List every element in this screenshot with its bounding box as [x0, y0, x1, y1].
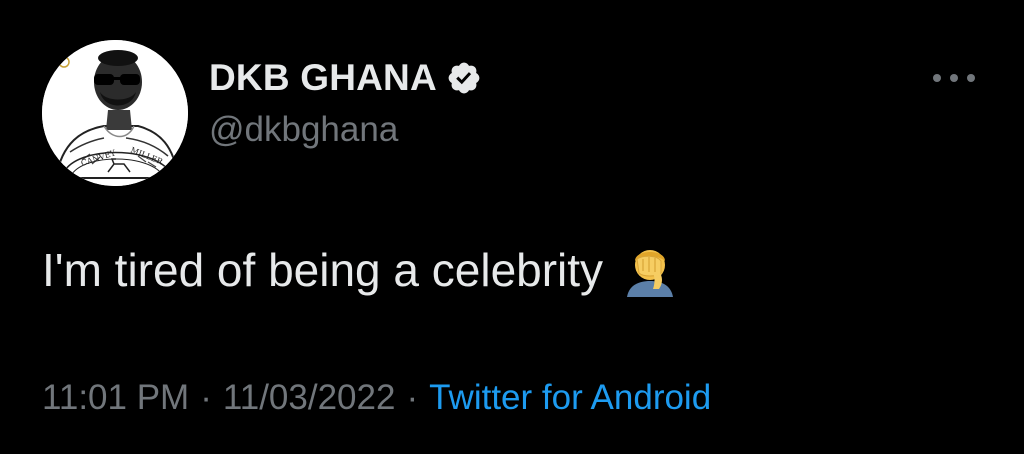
more-dot: [933, 74, 941, 82]
meta-separator: ·: [406, 378, 419, 417]
author-handle[interactable]: @dkbghana: [209, 110, 398, 150]
author-name-row[interactable]: DKB GHANA: [209, 56, 482, 100]
verified-badge-icon: [446, 60, 482, 96]
tweet-meta: 11:01 PM · 11/03/2022 · Twitter for Android: [42, 378, 711, 418]
tweet-body: I'm tired of being a celebrity: [42, 243, 677, 297]
more-dot: [950, 74, 958, 82]
tweet-text: I'm tired of being a celebrity: [42, 244, 604, 296]
more-dot: [967, 74, 975, 82]
author-display-name[interactable]: DKB GHANA: [209, 57, 437, 99]
tweet-date[interactable]: 11/03/2022: [223, 378, 396, 417]
tweet-time[interactable]: 11:01 PM: [42, 378, 189, 417]
more-horizontal-icon[interactable]: [933, 66, 975, 90]
profile-avatar[interactable]: CANVEY MILLER: [42, 40, 188, 186]
tweet: CANVEY MILLER DKB GHANA @dkbghana I'm ti…: [0, 0, 1024, 454]
face-palm-emoji-icon: [623, 243, 677, 297]
avatar-illustration: CANVEY MILLER: [42, 40, 188, 186]
meta-separator: ·: [200, 378, 212, 417]
tweet-source-link[interactable]: Twitter for Android: [429, 378, 711, 417]
